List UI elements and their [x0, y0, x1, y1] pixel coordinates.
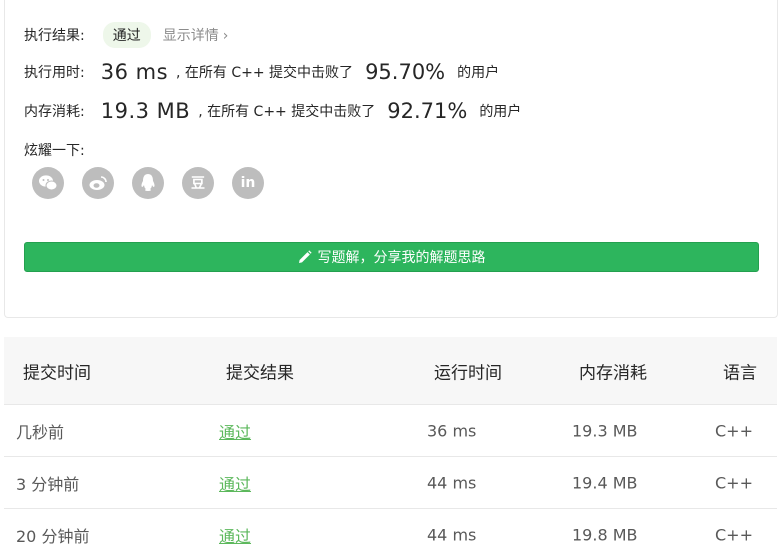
result-label: 执行结果: [24, 28, 85, 44]
runtime-suffix: 的用户 [457, 65, 500, 81]
row-language: C++ [715, 473, 753, 492]
header-memory: 内存消耗 [579, 363, 647, 383]
runtime-beat-text: , 在所有 C++ 提交中击败了 [176, 65, 354, 81]
row-time: 20 分钟前 [16, 526, 90, 546]
runtime-percent: 95.70% [365, 60, 446, 84]
row-status-link[interactable]: 通过 [219, 419, 251, 443]
linkedin-icon[interactable]: in [232, 167, 264, 199]
row-time: 3 分钟前 [16, 474, 80, 494]
memory-percent: 92.71% [387, 99, 468, 123]
row-status-link[interactable]: 通过 [219, 471, 251, 495]
result-card: 执行结果: 通过 显示详情 › 执行用时: 36 ms , 在所有 C++ 提交中… [4, 0, 778, 318]
result-row: 执行结果: 通过 显示详情 › [24, 22, 228, 48]
header-submit-time: 提交时间 [23, 363, 91, 383]
row-status-link[interactable]: 通过 [219, 523, 251, 547]
row-memory: 19.8 MB [572, 525, 638, 544]
share-icons: 豆 in [32, 167, 282, 199]
write-solution-button[interactable]: 写题解，分享我的解题思路 [24, 242, 759, 272]
chevron-right-icon: › [222, 28, 229, 44]
row-language: C++ [715, 525, 753, 544]
status-badge: 通过 [102, 22, 151, 48]
share-row: 炫耀一下: [24, 140, 85, 160]
table-row: 几秒前 通过 36 ms 19.3 MB C++ [4, 405, 777, 457]
submissions-table: 提交时间 提交结果 运行时间 内存消耗 语言 几秒前 通过 36 ms 19.3… [4, 337, 777, 557]
douban-glyph: 豆 [191, 176, 205, 192]
memory-beat-text: , 在所有 C++ 提交中击败了 [198, 104, 376, 120]
write-solution-label: 写题解，分享我的解题思路 [317, 250, 486, 266]
header-submit-result: 提交结果 [226, 363, 294, 383]
douban-icon[interactable]: 豆 [182, 167, 214, 199]
share-label: 炫耀一下: [24, 143, 85, 159]
runtime-value: 36 ms [100, 60, 169, 84]
row-memory: 19.3 MB [572, 421, 638, 440]
show-details-label: 显示详情 [162, 28, 219, 44]
memory-suffix: 的用户 [479, 104, 522, 120]
pencil-icon [298, 250, 312, 263]
row-language: C++ [715, 421, 753, 440]
row-runtime: 36 ms [427, 421, 477, 440]
row-time: 几秒前 [16, 422, 65, 442]
row-runtime: 44 ms [427, 473, 477, 492]
table-header: 提交时间 提交结果 运行时间 内存消耗 语言 [4, 337, 777, 405]
runtime-label: 执行用时: [24, 65, 85, 81]
memory-label: 内存消耗: [24, 104, 85, 120]
table-row: 20 分钟前 通过 44 ms 19.8 MB C++ [4, 509, 777, 557]
table-row: 3 分钟前 通过 44 ms 19.4 MB C++ [4, 457, 777, 509]
row-memory: 19.4 MB [572, 473, 638, 492]
wechat-icon[interactable] [32, 167, 64, 199]
weibo-icon[interactable] [82, 167, 114, 199]
header-runtime: 运行时间 [434, 363, 502, 383]
memory-row: 内存消耗: 19.3 MB , 在所有 C++ 提交中击败了 92.71% 的用… [24, 99, 521, 123]
linkedin-glyph: in [240, 175, 256, 191]
qq-icon[interactable] [132, 167, 164, 199]
row-runtime: 44 ms [427, 525, 477, 544]
runtime-row: 执行用时: 36 ms , 在所有 C++ 提交中击败了 95.70% 的用户 [24, 60, 499, 84]
header-language: 语言 [723, 363, 757, 383]
show-details-link[interactable]: 显示详情 › [163, 25, 229, 45]
memory-value: 19.3 MB [100, 99, 191, 123]
